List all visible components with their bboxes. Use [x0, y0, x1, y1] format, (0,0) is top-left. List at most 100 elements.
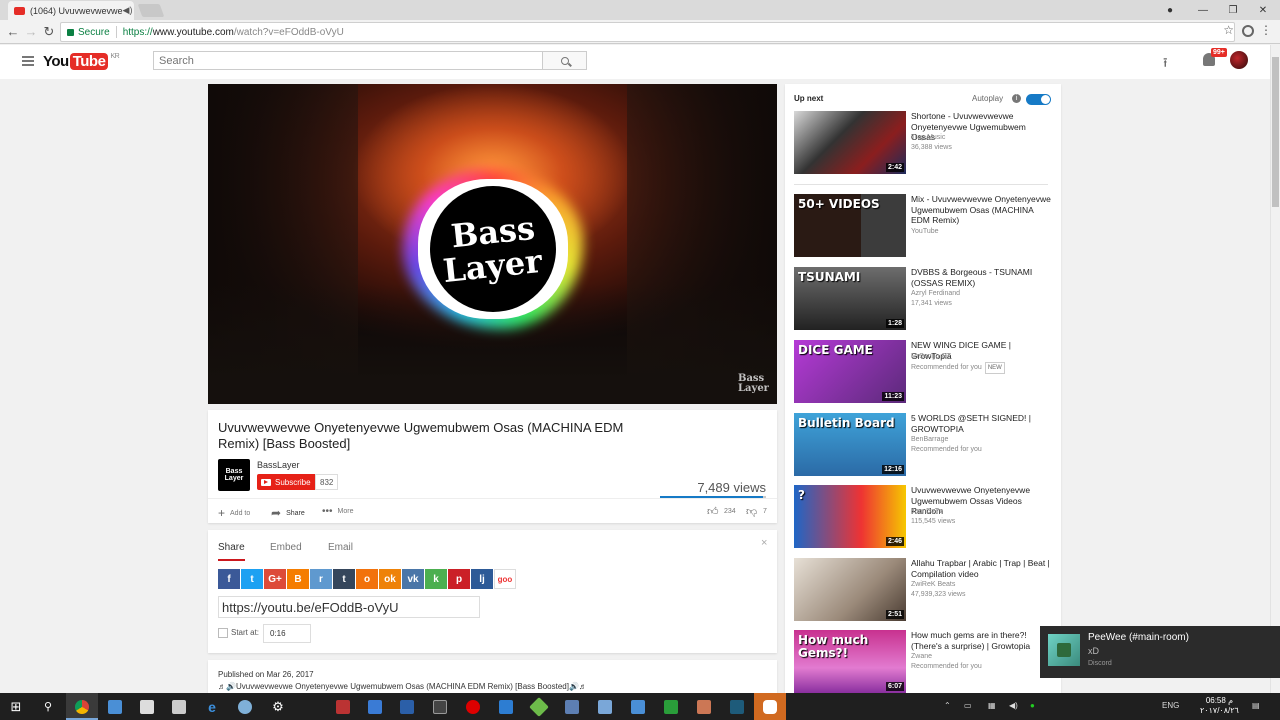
app-taskbar-button-11[interactable]	[655, 693, 687, 720]
video-thumbnail[interactable]: TSUNAMI 1:28	[794, 267, 906, 330]
reload-icon[interactable]: ↻	[40, 23, 58, 41]
related-video-item[interactable]: How much Gems?! 6:07 How much gems are in …	[794, 630, 1054, 694]
browser-tab[interactable]: (1064) Uvuvwevwevwe ◀) ×	[8, 1, 134, 20]
autoplay-toggle[interactable]	[1026, 94, 1051, 105]
related-video-item[interactable]: TSUNAMI 1:28 DVBBS & Borgeous - TSUNAMI (O…	[794, 267, 1054, 331]
tab-embed[interactable]: Embed	[270, 542, 302, 553]
bookmark-star-icon[interactable]: ☆	[1223, 23, 1234, 37]
calculator-taskbar-button[interactable]	[131, 693, 163, 720]
tumblr-share-icon[interactable]: t	[333, 569, 355, 589]
related-video-title[interactable]: How much gems are in there?! (There's a …	[911, 630, 1051, 651]
secure-indicator[interactable]: Secure	[67, 27, 110, 38]
channel-watermark[interactable]: Bass Layer	[738, 374, 769, 394]
kakao-share-icon[interactable]: k	[425, 569, 447, 589]
pinterest-share-icon[interactable]: p	[448, 569, 470, 589]
app-taskbar-button-10[interactable]	[622, 693, 654, 720]
search-taskbar-button[interactable]: ⚲	[32, 693, 64, 720]
settings-taskbar-button[interactable]: ⚙	[262, 693, 294, 720]
tab-share[interactable]: Share	[218, 542, 245, 561]
close-window-icon[interactable]: ✕	[1248, 0, 1278, 20]
forward-arrow-icon[interactable]: →	[22, 23, 40, 41]
autoplay-info-icon[interactable]: i	[1012, 94, 1021, 103]
video-thumbnail[interactable]: 50+ VIDEOS	[794, 194, 906, 257]
related-video-title[interactable]: Allahu Trapbar | Arabic | Trap | Beat | …	[911, 558, 1051, 579]
related-video-item[interactable]: Bulletin Board 12:16 5 WORLDS @SETH SIGNED…	[794, 413, 1054, 477]
search-input[interactable]	[153, 51, 543, 70]
profile-icon[interactable]: ●	[1155, 0, 1185, 20]
close-share-icon[interactable]: ×	[761, 537, 767, 549]
app-taskbar-button-1[interactable]	[229, 693, 261, 720]
like-thumb-icon[interactable]: 👍︎	[707, 505, 719, 518]
vk-share-icon[interactable]: vk	[402, 569, 424, 589]
address-bar[interactable]: Secure https://www.youtube.com/watch?v=e…	[60, 22, 1235, 42]
add-to-button[interactable]: + Add to	[218, 506, 250, 520]
edge-taskbar-button[interactable]: e	[196, 693, 228, 720]
reddit-share-icon[interactable]: r	[310, 569, 332, 589]
explorer-taskbar-button[interactable]	[99, 693, 131, 720]
app-taskbar-button-8[interactable]	[556, 693, 588, 720]
video-player[interactable]: Bass Layer Bass Layer	[208, 84, 777, 404]
app-taskbar-button-6[interactable]	[490, 693, 522, 720]
upload-icon[interactable]: ⭱	[1163, 54, 1168, 76]
video-thumbnail[interactable]: 2:42	[794, 111, 906, 174]
minimize-window-icon[interactable]: —	[1188, 0, 1218, 20]
back-arrow-icon[interactable]: ←	[4, 23, 22, 41]
share-url-field[interactable]	[218, 596, 480, 618]
browser-menu-icon[interactable]: ⋮	[1260, 23, 1272, 37]
youtube-logo[interactable]: You Tube KR	[43, 53, 120, 70]
related-video-item[interactable]: 2:51 Allahu Trapbar | Arabic | Trap | Bea…	[794, 558, 1054, 622]
action-center-icon[interactable]: ▤	[1252, 701, 1260, 710]
extension-icon[interactable]	[1242, 25, 1254, 37]
related-video-item[interactable]: ? 2:46 Uvuvwevwevwe Onyetenyevwe Ugwemubwe…	[794, 485, 1054, 549]
twitter-share-icon[interactable]: t	[241, 569, 263, 589]
search-button[interactable]	[542, 51, 587, 70]
tab-email[interactable]: Email	[328, 542, 353, 553]
calendar-taskbar-button[interactable]	[163, 693, 195, 720]
related-video-title[interactable]: 5 WORLDS @SETH SIGNED! | GROWTOPIA	[911, 413, 1051, 434]
volume-icon[interactable]: ◀)	[1009, 701, 1018, 710]
restore-window-icon[interactable]: ❐	[1218, 0, 1248, 20]
video-thumbnail[interactable]: Bulletin Board 12:16	[794, 413, 906, 476]
scrollbar-thumb[interactable]	[1272, 57, 1279, 207]
tray-overflow-icon[interactable]: ⌃	[944, 701, 951, 710]
record-taskbar-button[interactable]	[457, 693, 489, 720]
app-taskbar-button-2[interactable]	[327, 693, 359, 720]
odnoklassniki-share-icon[interactable]: ok	[379, 569, 401, 589]
start-at-checkbox[interactable]	[218, 628, 228, 638]
account-avatar[interactable]	[1230, 51, 1248, 69]
ok-ru-share-icon[interactable]: o	[356, 569, 378, 589]
app-taskbar-button-9[interactable]	[589, 693, 621, 720]
channel-avatar[interactable]: Bass Layer	[218, 459, 250, 491]
app-taskbar-button-7[interactable]	[523, 693, 555, 720]
channel-name[interactable]: BassLayer	[257, 460, 300, 470]
blogger-share-icon[interactable]: B	[287, 569, 309, 589]
discord-notification[interactable]: PeeWee (#main-room) xD Discord	[1040, 626, 1280, 678]
share-button[interactable]: ➦ Share	[271, 506, 305, 520]
goo-share-icon[interactable]: goo	[494, 569, 516, 589]
subscribe-button[interactable]: Subscribe	[257, 474, 317, 490]
app-taskbar-button-5[interactable]	[424, 693, 456, 720]
video-thumbnail[interactable]: How much Gems?! 6:07	[794, 630, 906, 693]
guide-menu-icon[interactable]	[22, 56, 34, 66]
related-video-item[interactable]: 2:42 Shortone - Uvuvwevwevwe Onyetenyevwe…	[794, 111, 1054, 175]
google-plus-share-icon[interactable]: G+	[264, 569, 286, 589]
more-button[interactable]: ••• More	[322, 506, 353, 517]
taskbar-clock[interactable]: 06:58 م ٢٠١٧/٠٨/٢٦	[1200, 696, 1239, 716]
new-tab-button[interactable]	[137, 4, 165, 17]
tray-network-icon[interactable]: ▦	[988, 701, 996, 710]
video-thumbnail[interactable]: DICE GAME 11:23	[794, 340, 906, 403]
related-video-item[interactable]: DICE GAME 11:23 NEW WING DICE GAME | GrowT…	[794, 340, 1054, 404]
app-taskbar-button-4[interactable]	[391, 693, 423, 720]
facebook-share-icon[interactable]: f	[218, 569, 240, 589]
dislike-thumb-icon[interactable]: 👎︎	[746, 505, 757, 518]
start-time-field[interactable]	[263, 624, 311, 643]
app-taskbar-button-12[interactable]	[688, 693, 720, 720]
discord-taskbar-button[interactable]	[754, 693, 786, 720]
audio-playing-icon[interactable]: ◀)	[123, 5, 133, 16]
video-thumbnail[interactable]: 2:51	[794, 558, 906, 621]
video-thumbnail[interactable]: ? 2:46	[794, 485, 906, 548]
start-button[interactable]: ⊞	[0, 693, 32, 720]
related-video-title[interactable]: Mix - Uvuvwevwevwe Onyetenyevwe Ugwemubw…	[911, 194, 1051, 226]
app-taskbar-button-3[interactable]	[359, 693, 391, 720]
livejournal-share-icon[interactable]: lj	[471, 569, 493, 589]
